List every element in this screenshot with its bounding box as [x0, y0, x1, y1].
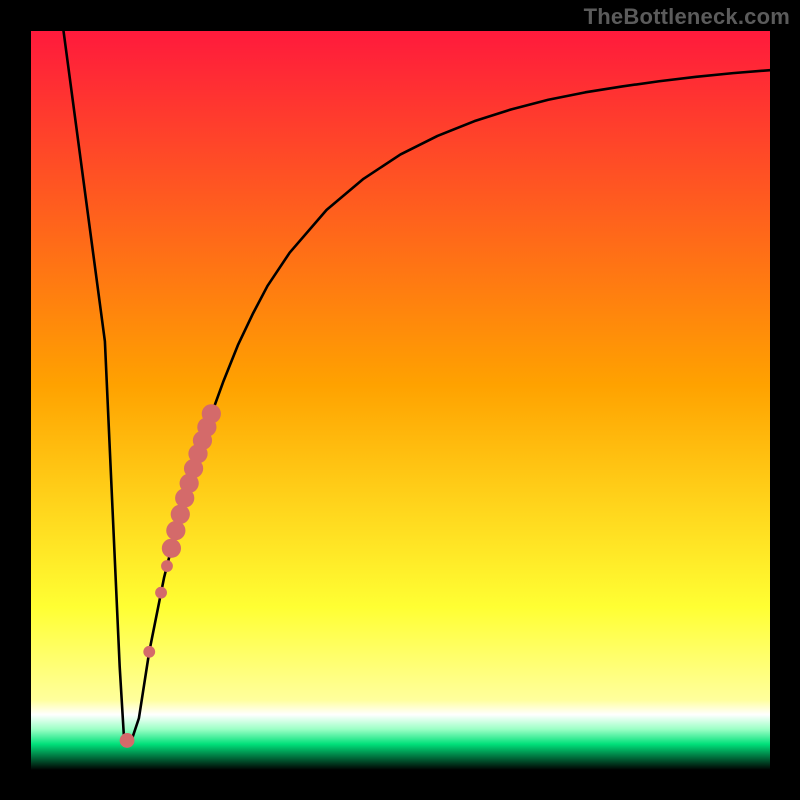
attribution-label: TheBottleneck.com — [584, 4, 790, 30]
bottleneck-chart — [0, 0, 800, 800]
highlight-dot — [202, 404, 221, 423]
highlight-dot — [143, 646, 155, 658]
highlight-dot — [155, 587, 167, 599]
highlight-dot — [171, 505, 190, 524]
highlight-dot — [120, 733, 135, 748]
plot-area-gradient — [31, 31, 770, 770]
highlight-dot — [166, 521, 185, 540]
highlight-dot — [161, 560, 173, 572]
highlight-dot — [162, 539, 181, 558]
chart-stage: TheBottleneck.com — [0, 0, 800, 800]
